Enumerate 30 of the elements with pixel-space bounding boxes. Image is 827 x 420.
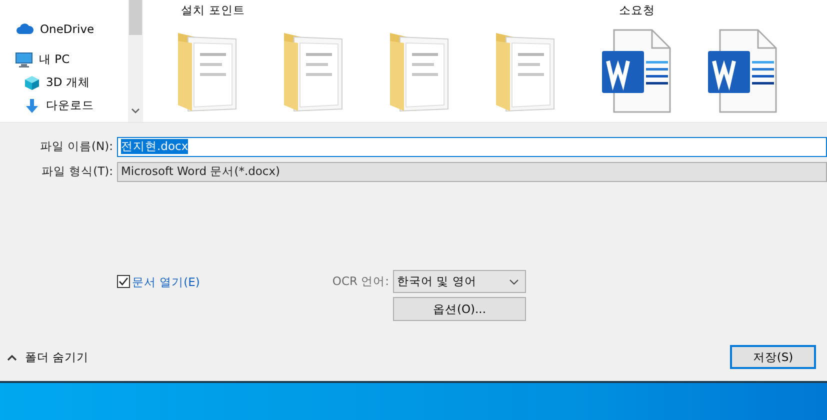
sidebar-item[interactable]: 내 PC — [0, 48, 128, 71]
scroll-down-icon[interactable] — [131, 108, 140, 114]
word-document-icon — [706, 29, 780, 113]
sidebar-item[interactable]: 다운로드 — [0, 94, 128, 117]
save-button[interactable]: 저장(S) — [730, 345, 816, 369]
chevron-down-icon — [509, 278, 519, 284]
ocr-language-label: OCR 언어: — [331, 274, 389, 289]
file-name: 설치 포인트 — [181, 3, 245, 18]
word-document-icon — [600, 29, 674, 113]
cube-icon — [24, 74, 40, 90]
options-button[interactable]: 옵션(O)... — [393, 297, 526, 321]
file-type-dropdown[interactable]: Microsoft Word 문서(*.docx) — [117, 162, 827, 182]
file-item[interactable]: 설치 포인트 — [160, 0, 266, 122]
scrollbar[interactable] — [128, 0, 143, 122]
file-name: 소요청 — [619, 3, 655, 18]
file-name-field[interactable]: 전지현.docx — [117, 136, 827, 156]
file-type-label: 파일 형식(T): — [40, 164, 114, 179]
sidebar-item[interactable]: OneDrive — [0, 17, 128, 40]
monitor-icon — [15, 52, 33, 68]
checkbox[interactable] — [117, 275, 130, 288]
cloud-icon — [16, 22, 34, 34]
sidebar-item[interactable]: 3D 개체 — [0, 71, 128, 94]
file-name-label: 파일 이름(N): — [38, 139, 114, 154]
download-icon — [24, 98, 40, 114]
hide-folders-toggle[interactable]: 폴더 숨기기 — [0, 350, 89, 364]
file-item[interactable]: 소요청 — [584, 0, 690, 122]
ocr-language-dropdown[interactable]: 한국어 및 영어 — [393, 270, 526, 293]
open-document-checkbox[interactable]: 문서 열기(E) — [0, 270, 297, 350]
chevron-up-icon — [7, 354, 17, 360]
checkbox-label: 문서 열기(E) — [132, 275, 200, 290]
